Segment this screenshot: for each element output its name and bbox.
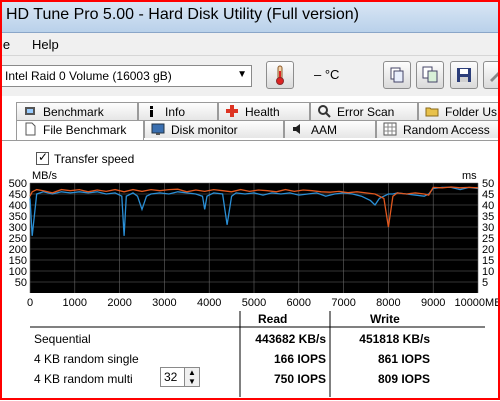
header-read: Read [258, 312, 288, 326]
tab-aam[interactable]: AAM [284, 120, 376, 138]
row-random-single-write: 861 IOPS [377, 352, 430, 366]
tab-benchmark[interactable]: Benchmark [16, 102, 138, 120]
info-icon [150, 106, 153, 117]
tab-row-bottom: File Benchmark Disk monitor AAM Random A… [0, 120, 500, 140]
transfer-speed-checkbox[interactable] [36, 150, 49, 165]
transfer-chart-svg: 500 50450 45400 40350 35300 30250 25200 20150 15… [9, 178, 500, 309]
chevron-down-icon: ▼ [237, 69, 247, 80]
tab-row-top: Benchmark Info Health Error Scan Folder … [0, 102, 500, 121]
row-random-multi-label: 4 KB random multi [34, 372, 133, 386]
tab-health[interactable]: Health [218, 102, 310, 120]
row-sequential-write: 451818 KB/s [359, 332, 430, 346]
settings-button[interactable] [483, 61, 500, 89]
x-tick-label: 4000 [197, 297, 221, 309]
tab-info-label: Info [165, 105, 186, 119]
tab-disk-monitor-label: Disk monitor [171, 123, 238, 137]
x-tick-label: 7000 [331, 297, 355, 309]
copy-all-icon [422, 66, 438, 83]
stepper-arrows[interactable]: ▲ ▼ [184, 368, 199, 386]
title-bar: HD Tune Pro 5.00 - Hard Disk Utility (Fu… [0, 0, 500, 33]
health-cross-icon [226, 105, 238, 117]
save-button[interactable] [450, 61, 478, 89]
tab-folder-usage[interactable]: Folder Us [418, 102, 500, 120]
copy-all-button[interactable] [416, 61, 444, 89]
x-tick-label: 9000 [421, 297, 445, 309]
header-write: Write [370, 312, 400, 326]
x-tick-label: 3000 [152, 297, 176, 309]
row-random-multi-write: 809 IOPS [377, 372, 430, 386]
row-random-multi-read: 750 IOPS [273, 372, 326, 386]
results-table: Read Write Sequential 443682 KB/s 451818… [30, 311, 485, 397]
row-random-single-read: 166 IOPS [273, 352, 326, 366]
tab-folder-usage-label: Folder Us [445, 105, 498, 119]
x-tick-label: 10000MB [454, 297, 500, 309]
y-tick-label: 50 [15, 277, 27, 289]
tab-aam-label: AAM [311, 123, 338, 137]
queue-depth-value: 32 [164, 370, 178, 384]
save-icon [457, 68, 471, 82]
x-tick-label: 1000 [63, 297, 87, 309]
monitor-icon [151, 123, 165, 135]
copy-icon [390, 67, 404, 83]
tab-error-scan-label: Error Scan [337, 105, 395, 119]
tab-file-benchmark-label: File Benchmark [43, 123, 127, 137]
y2-tick-label: 5 [482, 277, 488, 289]
chevron-down-icon[interactable]: ▼ [185, 377, 199, 386]
tab-random-access-label: Random Access [403, 123, 490, 137]
tab-random-access[interactable]: Random Access [376, 120, 500, 138]
window-title: HD Tune Pro 5.00 - Hard Disk Utility (Fu… [6, 6, 359, 23]
temperature-value: – °C [314, 67, 340, 82]
x-tick-label: 6000 [287, 297, 311, 309]
chevron-up-icon[interactable]: ▲ [185, 368, 199, 377]
x-tick-label: 0 [27, 297, 33, 309]
transfer-chart: 500 50 450 45 400 40 350 35 300 30 250 25 200 20 150 15… [0, 175, 500, 310]
copy-button[interactable] [383, 61, 411, 89]
tab-disk-monitor[interactable]: Disk monitor [144, 120, 284, 138]
speaker-icon [293, 124, 300, 134]
temperature-button[interactable] [266, 61, 294, 89]
benchmark-icon [25, 107, 35, 115]
tab-error-scan[interactable]: Error Scan [310, 102, 418, 120]
transfer-speed-label: Transfer speed [54, 152, 135, 166]
row-random-single-label: 4 KB random single [34, 352, 139, 366]
row-sequential-label: Sequential [34, 332, 91, 346]
menu-bar: le Help [0, 33, 500, 56]
row-sequential-read: 443682 KB/s [255, 332, 326, 346]
x-tick-label: 8000 [376, 297, 400, 309]
tab-health-label: Health [245, 105, 280, 119]
file-icon [25, 122, 36, 136]
menu-file[interactable]: le [0, 37, 10, 52]
tab-info[interactable]: Info [138, 102, 218, 120]
x-tick-label: 2000 [107, 297, 131, 309]
thermometer-icon [276, 65, 284, 85]
folder-icon [425, 107, 439, 117]
queue-depth-stepper[interactable]: 32 ▲ ▼ [160, 367, 200, 387]
drive-select-value: Intel Raid 0 Volume (16003 gB) [5, 69, 172, 83]
x-tick-label: 5000 [242, 297, 266, 309]
magnifier-icon [318, 105, 331, 118]
toolbar: Intel Raid 0 Volume (16003 gB) ▼ – °C [0, 56, 500, 96]
menu-help[interactable]: Help [32, 37, 59, 52]
settings-icon [490, 68, 500, 82]
tab-benchmark-label: Benchmark [43, 105, 104, 119]
tab-file-benchmark[interactable]: File Benchmark [16, 120, 144, 140]
drive-select[interactable]: Intel Raid 0 Volume (16003 gB) ▼ [0, 65, 252, 87]
grid-icon [383, 122, 397, 136]
